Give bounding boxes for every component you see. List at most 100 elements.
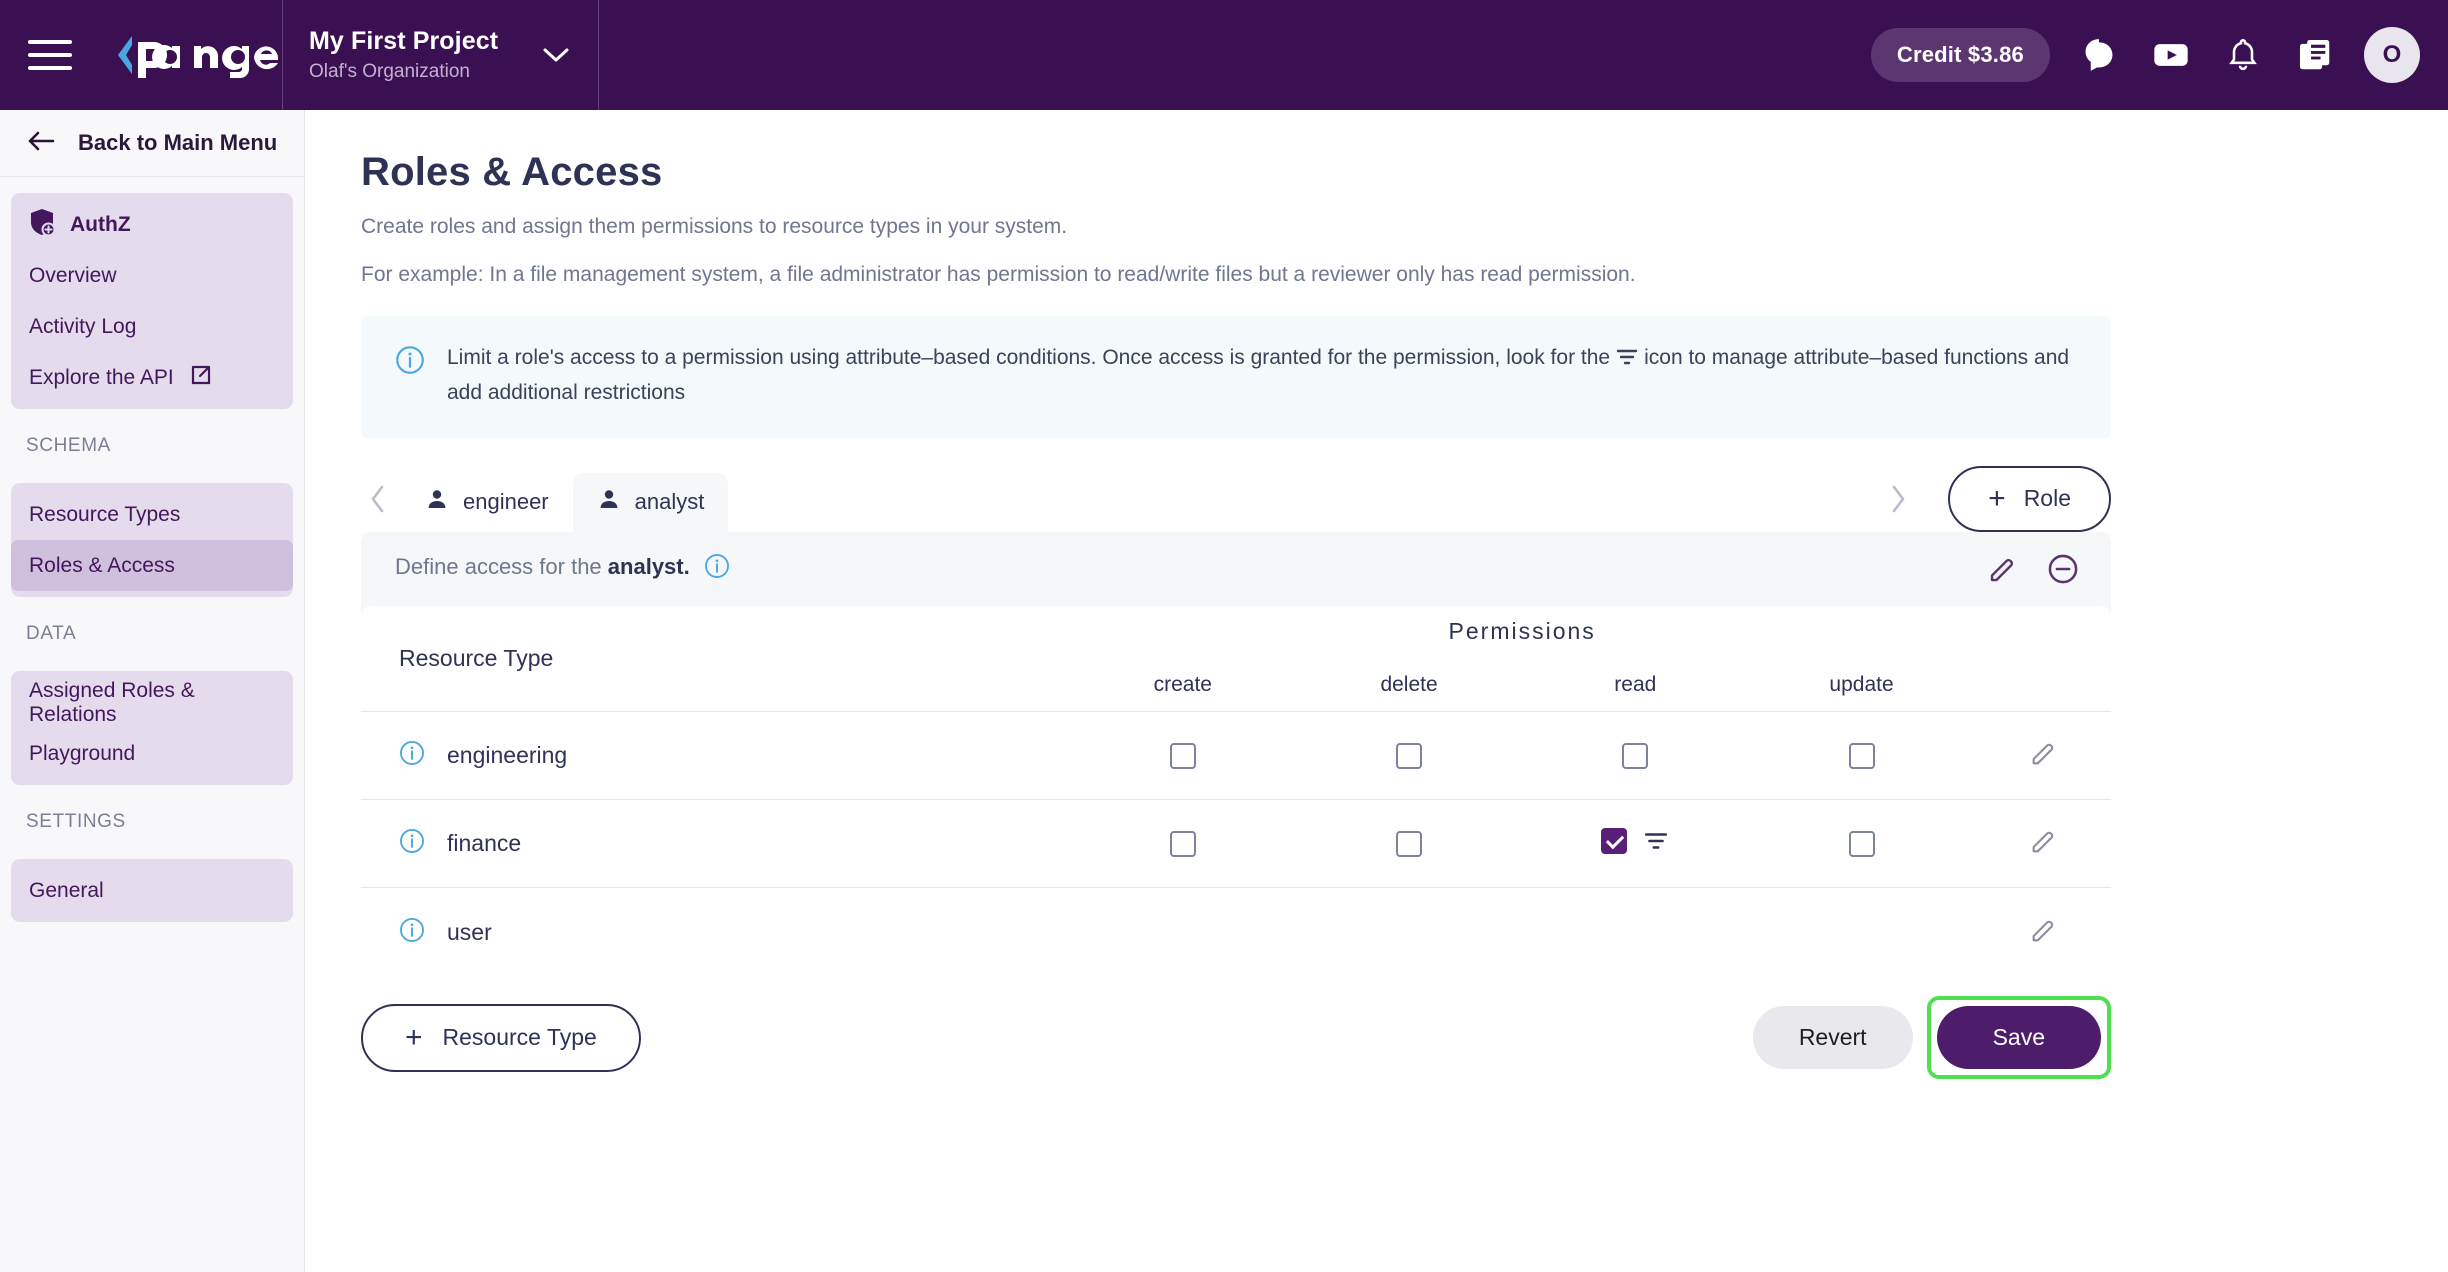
table-header-resource-type: Resource Type <box>399 645 554 672</box>
revert-button[interactable]: Revert <box>1752 1006 1913 1070</box>
sidebar-item-label: Playground <box>29 741 136 765</box>
sidebar: Back to Main Menu AuthZ Overview Activit… <box>0 110 305 1272</box>
row-actions <box>1975 800 2111 888</box>
permissions-table-body: engineering finance user <box>361 711 2111 976</box>
sidebar-group-data: Assigned Roles & Relations Playground <box>11 671 293 785</box>
sidebar-group-settings: General <box>11 859 293 922</box>
project-selector[interactable]: My First Project Olaf's Organization <box>283 0 598 110</box>
sidebar-item-activity-log[interactable]: Activity Log <box>11 301 293 352</box>
page-subtitle-2: For example: In a file management system… <box>361 263 1636 287</box>
sidebar-item-authz[interactable]: AuthZ <box>11 199 293 250</box>
permission-checkbox-delete[interactable] <box>1396 830 1423 857</box>
tab-engineer[interactable]: engineer <box>401 473 573 532</box>
back-to-main-menu[interactable]: Back to Main Menu <box>0 110 304 177</box>
sidebar-item-label: General <box>29 878 104 902</box>
chevron-down-icon[interactable] <box>542 42 570 68</box>
table-header-permissions: Permissions <box>1448 618 1596 645</box>
sidebar-item-overview[interactable]: Overview <box>11 250 293 301</box>
define-access-prefix: Define access for the <box>395 553 602 579</box>
chat-icon[interactable] <box>2076 32 2122 78</box>
bell-icon[interactable] <box>2220 32 2266 78</box>
info-circle-icon[interactable] <box>399 740 425 771</box>
panel-actions <box>1987 553 2079 585</box>
remove-role-minus-circle-icon[interactable] <box>2047 553 2079 585</box>
table-header-delete: delete <box>1380 672 1438 696</box>
permission-checkbox-update[interactable] <box>1848 742 1875 769</box>
add-role-button[interactable]: + Role <box>1948 465 2111 532</box>
sidebar-item-general[interactable]: General <box>11 865 293 916</box>
resource-type-cell: finance <box>361 800 1070 888</box>
top-navigation-bar: My First Project Olaf's Organization Cre… <box>0 0 2448 110</box>
docs-icon[interactable] <box>2292 32 2338 78</box>
table-row: finance <box>361 799 2111 888</box>
project-title: My First Project <box>309 27 499 55</box>
filter-icon[interactable] <box>1643 830 1669 852</box>
resource-type-cell: engineering <box>361 712 1070 800</box>
role-tabs: engineer analyst + Role <box>361 465 2111 532</box>
info-circle-icon[interactable] <box>399 828 425 859</box>
sidebar-item-explore-the-api[interactable]: Explore the API <box>11 352 293 403</box>
info-circle-icon[interactable] <box>399 917 425 948</box>
add-resource-type-label: Resource Type <box>442 1024 597 1051</box>
youtube-icon[interactable] <box>2148 32 2194 78</box>
define-access-label: Define access for the analyst. <box>395 553 730 585</box>
chevron-right-icon[interactable] <box>1889 484 1907 520</box>
row-edit-pencil-icon[interactable] <box>2029 916 2057 944</box>
sidebar-item-label: Explore the API <box>29 365 174 389</box>
sidebar-item-playground[interactable]: Playground <box>11 728 293 779</box>
tab-analyst[interactable]: analyst <box>572 472 729 532</box>
permission-cell-delete <box>1296 712 1522 800</box>
permission-cell-create <box>1070 800 1296 888</box>
sidebar-item-resource-types[interactable]: Resource Types <box>11 489 293 540</box>
permission-cell-update <box>1748 712 1974 800</box>
topbar-divider-right <box>598 0 599 110</box>
sidebar-item-label: Assigned Roles & Relations <box>29 678 195 726</box>
pangea-logo[interactable] <box>102 0 282 110</box>
permission-cell-read <box>1522 712 1748 800</box>
add-resource-type-button[interactable]: + Resource Type <box>361 1003 641 1072</box>
page-subtitle-1: Create roles and assign them permissions… <box>361 215 1068 238</box>
permission-checkbox-read[interactable] <box>1622 742 1649 769</box>
table-header-create: create <box>1153 672 1212 696</box>
shield-plus-icon <box>29 208 56 242</box>
table-header-read: read <box>1614 672 1657 696</box>
credit-badge[interactable]: Credit $3.86 <box>1870 28 2050 82</box>
permission-cell-delete <box>1296 888 1522 976</box>
permissions-table-wrapper: Resource Type Permissions create delete … <box>361 605 2111 976</box>
sidebar-item-roles-and-access[interactable]: Roles & Access <box>11 540 293 591</box>
edit-role-pencil-icon[interactable] <box>1987 554 2017 584</box>
app-root: My First Project Olaf's Organization Cre… <box>0 0 2448 1272</box>
plus-icon: + <box>405 1020 423 1054</box>
resource-type-name: engineering <box>447 742 568 769</box>
filter-icon <box>1615 345 1639 378</box>
permission-cell-update <box>1748 800 1974 888</box>
permission-checkbox-create[interactable] <box>1169 742 1196 769</box>
permission-checkbox-read[interactable] <box>1601 828 1628 855</box>
permission-cell-read <box>1522 800 1748 888</box>
row-edit-pencil-icon[interactable] <box>2029 739 2057 767</box>
sidebar-item-label: Resource Types <box>29 502 181 526</box>
table-header-update: update <box>1829 672 1894 696</box>
sidebar-item-assigned-roles-relations[interactable]: Assigned Roles & Relations <box>11 677 293 728</box>
sidebar-section-settings: SETTINGS <box>26 811 126 832</box>
page-title: Roles & Access <box>361 150 663 194</box>
save-button[interactable]: Save <box>1936 1006 2101 1070</box>
permission-cell-create <box>1070 712 1296 800</box>
tab-label: engineer <box>463 488 549 514</box>
sidebar-group-schema: Resource Types Roles & Access <box>11 483 293 597</box>
avatar[interactable]: O <box>2364 27 2420 83</box>
role-access-panel: Define access for the analyst. Resource … <box>361 531 2111 976</box>
chevron-left-icon[interactable] <box>361 484 401 532</box>
info-circle-icon <box>395 345 425 380</box>
panel-header: Define access for the analyst. <box>361 532 2111 606</box>
hamburger-menu-icon[interactable] <box>28 40 72 70</box>
permission-checkbox-update[interactable] <box>1848 830 1875 857</box>
permission-cell-create <box>1070 888 1296 976</box>
info-circle-icon[interactable] <box>704 553 730 585</box>
row-edit-pencil-icon[interactable] <box>2029 827 2057 855</box>
permission-checkbox-delete[interactable] <box>1396 742 1423 769</box>
define-access-role: analyst. <box>607 553 690 579</box>
footer-actions: Revert Save <box>1752 996 2111 1080</box>
permission-checkbox-create[interactable] <box>1169 830 1196 857</box>
attribute-conditions-callout: Limit a role's access to a permission us… <box>361 315 2111 438</box>
